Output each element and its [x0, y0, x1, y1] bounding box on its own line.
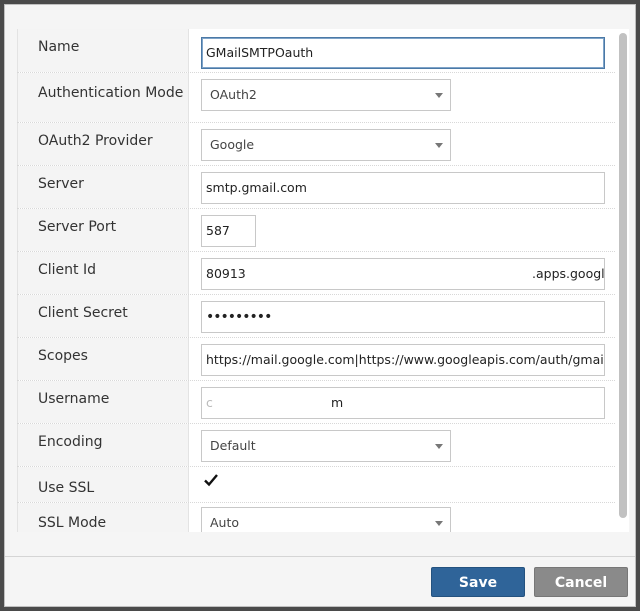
- oauth2-provider-label: OAuth2 Provider: [17, 123, 189, 165]
- use-ssl-checkbox[interactable]: [203, 472, 219, 488]
- row-oauth2-provider: OAuth2 Provider Google: [17, 123, 615, 166]
- row-server: Server smtp.gmail.com: [17, 166, 615, 209]
- server-port-input[interactable]: 587: [201, 215, 256, 247]
- checkmark-icon: [204, 474, 218, 487]
- row-username: Username c m: [17, 381, 615, 424]
- server-input[interactable]: smtp.gmail.com: [201, 172, 605, 204]
- oauth2-provider-value: Google: [210, 137, 255, 152]
- row-client-secret: Client Secret •••••••••: [17, 295, 615, 338]
- auth-mode-label: Authentication Mode: [17, 73, 189, 122]
- save-button[interactable]: Save: [431, 567, 525, 597]
- scopes-label: Scopes: [17, 338, 189, 380]
- dialog-footer: Save Cancel: [5, 556, 635, 606]
- client-id-value-end: .apps.google: [532, 266, 605, 281]
- username-label: Username: [17, 381, 189, 423]
- row-ssl-mode: SSL Mode Auto: [17, 503, 615, 532]
- name-input[interactable]: GMailSMTPOauth: [201, 37, 605, 69]
- smtp-settings-dialog: Name GMailSMTPOauth Authentication Mode …: [4, 4, 636, 607]
- username-value-end: m: [331, 395, 344, 410]
- client-secret-input[interactable]: •••••••••: [201, 301, 605, 333]
- encoding-value: Default: [210, 438, 256, 453]
- oauth2-provider-select[interactable]: Google: [201, 129, 451, 161]
- row-server-port: Server Port 587: [17, 209, 615, 252]
- chevron-down-icon: [435, 521, 443, 526]
- client-secret-label: Client Secret: [17, 295, 189, 337]
- encoding-select[interactable]: Default: [201, 430, 451, 462]
- ssl-mode-select[interactable]: Auto: [201, 507, 451, 532]
- chevron-down-icon: [435, 444, 443, 449]
- row-scopes: Scopes https://mail.google.com|https://w…: [17, 338, 615, 381]
- auth-mode-select[interactable]: OAuth2: [201, 79, 451, 111]
- auth-mode-value: OAuth2: [210, 87, 257, 102]
- username-value-start: c: [206, 395, 213, 410]
- form-scrollbar[interactable]: [619, 33, 627, 518]
- client-id-input[interactable]: 80913 .apps.google: [201, 258, 605, 290]
- row-encoding: Encoding Default: [17, 424, 615, 467]
- row-name: Name GMailSMTPOauth: [17, 29, 615, 73]
- scopes-input[interactable]: https://mail.google.com|https://www.goog…: [201, 344, 605, 376]
- ssl-mode-value: Auto: [210, 515, 240, 530]
- encoding-label: Encoding: [17, 424, 189, 466]
- row-client-id: Client Id 80913 .apps.google: [17, 252, 615, 295]
- use-ssl-label: Use SSL: [17, 467, 189, 502]
- chevron-down-icon: [435, 93, 443, 98]
- name-label: Name: [17, 29, 189, 72]
- server-port-label: Server Port: [17, 209, 189, 251]
- cancel-button[interactable]: Cancel: [534, 567, 628, 597]
- client-id-label: Client Id: [17, 252, 189, 294]
- row-use-ssl: Use SSL: [17, 467, 615, 503]
- server-label: Server: [17, 166, 189, 208]
- ssl-mode-label: SSL Mode: [17, 503, 189, 532]
- username-input[interactable]: c m: [201, 387, 605, 419]
- row-auth-mode: Authentication Mode OAuth2: [17, 73, 615, 123]
- chevron-down-icon: [435, 143, 443, 148]
- client-id-value-start: 80913: [206, 266, 246, 281]
- settings-form: Name GMailSMTPOauth Authentication Mode …: [17, 29, 629, 532]
